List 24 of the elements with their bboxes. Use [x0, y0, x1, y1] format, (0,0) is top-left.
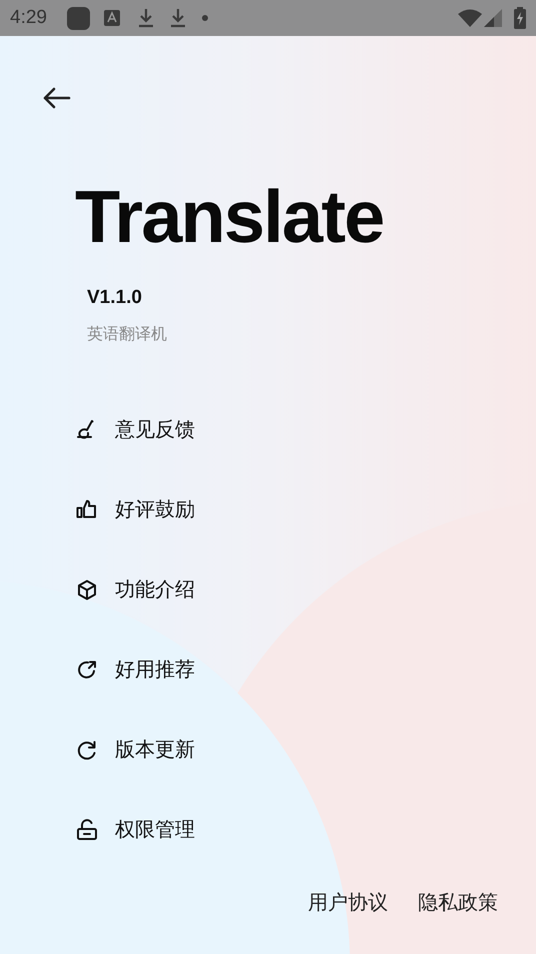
- download-icon: [170, 8, 186, 28]
- thumbs-up-icon: [76, 498, 98, 520]
- menu-item[interactable]: 版本更新: [76, 734, 195, 764]
- menu-item[interactable]: 功能介绍: [76, 574, 195, 604]
- lock-icon: [76, 818, 98, 840]
- menu-item[interactable]: 好评鼓励: [76, 494, 195, 524]
- menu-item[interactable]: 好用推荐: [76, 654, 195, 684]
- translate-notification-icon: [104, 10, 120, 26]
- notification-icon: [66, 6, 90, 30]
- footer-link[interactable]: 隐私政策: [418, 888, 498, 918]
- wifi-icon: [458, 9, 482, 27]
- battery-icon: [514, 7, 526, 29]
- menu-item[interactable]: 权限管理: [76, 814, 195, 844]
- app-version: V1.1.0: [87, 286, 143, 310]
- refresh-icon: [76, 738, 98, 760]
- menu-item[interactable]: 意见反馈: [76, 414, 195, 444]
- app-subtitle: 英语翻译机: [87, 324, 168, 344]
- share-arrow-icon: [76, 658, 98, 680]
- app-title: Translate: [75, 180, 384, 254]
- footer-link[interactable]: 用户协议: [308, 888, 388, 918]
- download-icon: [138, 8, 154, 28]
- status-time: 4:29: [10, 6, 47, 30]
- cube-icon: [76, 578, 98, 600]
- signal-icon: [484, 9, 502, 27]
